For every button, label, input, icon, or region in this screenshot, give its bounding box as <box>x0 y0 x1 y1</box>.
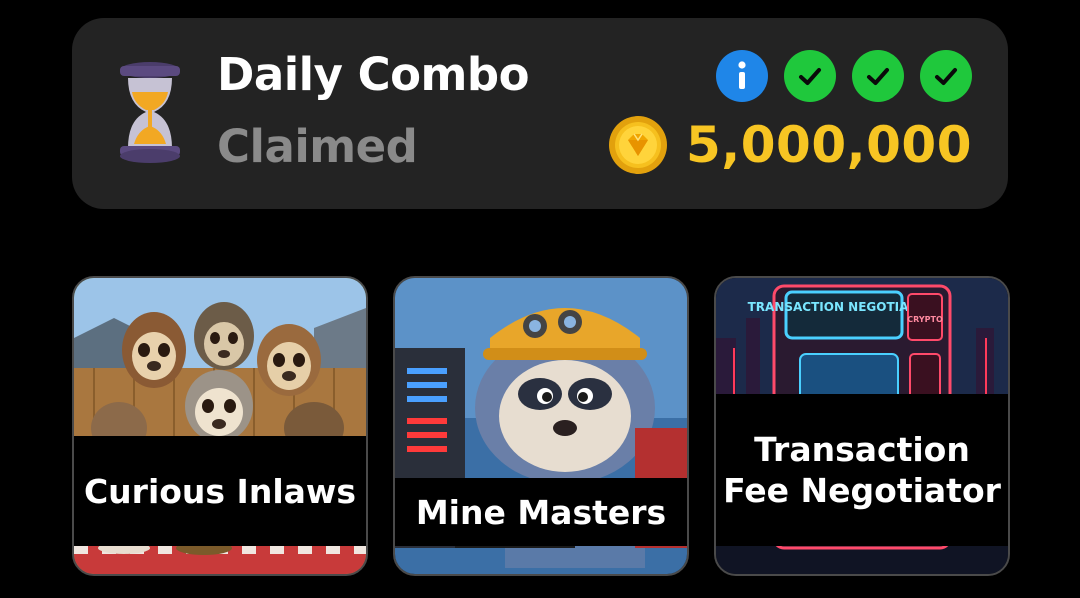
info-icon[interactable] <box>716 50 768 102</box>
combo-badges <box>716 50 972 102</box>
combo-reward: 5,000,000 <box>608 112 972 178</box>
card-mine-masters[interactable]: Mine Masters <box>393 276 689 576</box>
check-icon <box>784 50 836 102</box>
daily-combo-panel: Daily Combo Claimed 5,000,000 <box>72 18 1008 209</box>
reward-amount: 5,000,000 <box>685 116 972 174</box>
hourglass-icon <box>120 62 180 163</box>
card-title: Mine Masters <box>395 478 687 546</box>
card-curious-inlaws[interactable]: Curious Inlaws <box>72 276 368 576</box>
daily-combo-title: Daily Combo <box>217 48 530 101</box>
check-icon <box>920 50 972 102</box>
card-transaction-fee-negotiator[interactable]: TRANSACTION NEGOTIATION CRYPTO Transacti… <box>714 276 1010 576</box>
card-title: Curious Inlaws <box>74 436 366 546</box>
machine-side-text: CRYPTO <box>907 315 943 324</box>
gold-coin-icon <box>608 116 667 174</box>
daily-combo-status: Claimed <box>217 120 418 173</box>
card-title: Transaction Fee Negotiator <box>716 394 1008 546</box>
check-icon <box>852 50 904 102</box>
